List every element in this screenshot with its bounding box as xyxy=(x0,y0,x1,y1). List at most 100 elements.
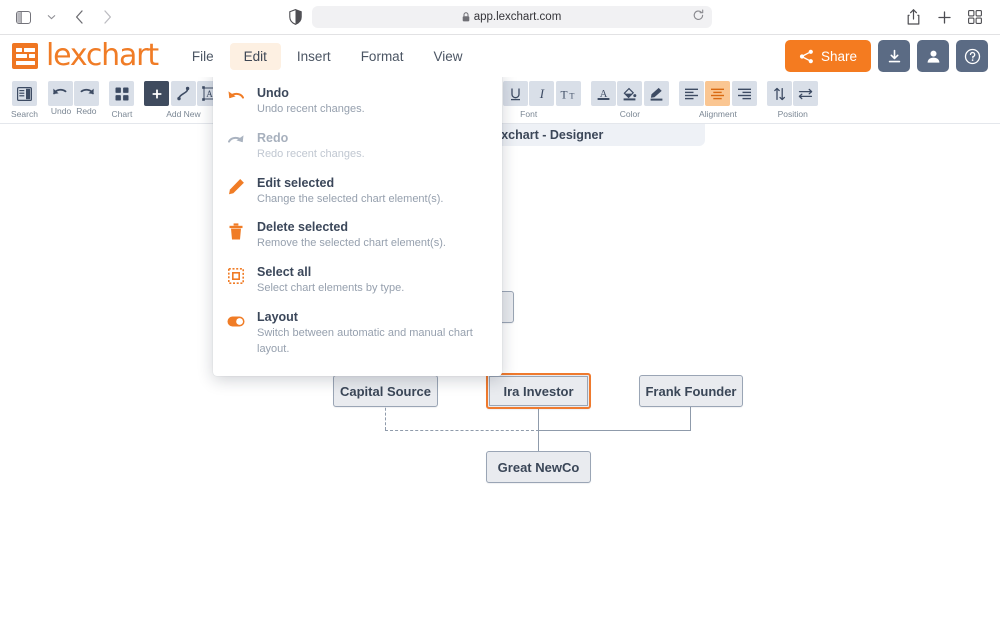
browser-toolbar: app.lexchart.com xyxy=(0,0,1000,35)
back-arrow-icon[interactable] xyxy=(66,5,92,29)
user-icon xyxy=(927,50,939,63)
toolbar-group-undo-redo: Undo Redo xyxy=(47,81,100,116)
tab-overview-icon[interactable] xyxy=(962,5,988,29)
chevron-down-icon[interactable] xyxy=(38,5,64,29)
menu-item-edit-selected[interactable]: Edit selected Change the selected chart … xyxy=(213,169,502,214)
fill-color-icon[interactable] xyxy=(617,81,643,106)
align-center-icon[interactable] xyxy=(705,81,731,106)
lexchart-logo-icon xyxy=(12,43,38,69)
address-bar[interactable]: app.lexchart.com xyxy=(311,6,712,28)
app-header: lexchart File Edit Insert Format View Sh… xyxy=(0,35,1000,77)
chart-node-capital-source[interactable]: Capital Source xyxy=(333,375,438,407)
toolbar-group-color: A Color xyxy=(590,81,669,119)
download-button[interactable] xyxy=(878,40,910,72)
toolbar-group-add-new: A Add New xyxy=(144,81,223,119)
menu-view[interactable]: View xyxy=(419,43,476,70)
menu-item-delete-selected-desc: Remove the selected chart element(s). xyxy=(257,237,446,250)
menu-file[interactable]: File xyxy=(178,43,228,70)
menu-item-undo-title: Undo xyxy=(257,86,289,100)
menu-item-layout-title: Layout xyxy=(257,310,298,325)
menu-item-redo: Redo Redo recent changes. xyxy=(213,124,502,169)
move-horizontal-icon[interactable] xyxy=(793,81,819,106)
share-button-label: Share xyxy=(820,48,857,64)
italic-icon[interactable]: I xyxy=(529,81,555,106)
chart-node-ira-investor[interactable]: Ira Investor xyxy=(486,373,591,409)
font-size-icon[interactable]: TT xyxy=(555,81,581,106)
connector-dashed-to-newco xyxy=(385,430,539,431)
toggle-on-icon xyxy=(227,312,245,330)
toolbar-label-redo: Redo xyxy=(76,106,97,116)
forward-arrow-icon[interactable] xyxy=(94,5,120,29)
download-icon xyxy=(888,49,900,62)
underline-icon[interactable] xyxy=(502,81,528,106)
reload-icon[interactable] xyxy=(693,9,704,25)
menu-item-select-all[interactable]: Select all Select chart elements by type… xyxy=(213,258,502,303)
plus-icon[interactable] xyxy=(931,5,957,29)
menu-edit[interactable]: Edit xyxy=(229,42,281,70)
connector-frank-down xyxy=(690,403,691,431)
menu-insert[interactable]: Insert xyxy=(283,43,345,70)
undo-icon[interactable] xyxy=(47,81,73,106)
chart-node-great-newco-label: Great NewCo xyxy=(497,459,580,475)
trash-icon xyxy=(227,222,245,240)
toolbar-label-color: Color xyxy=(619,109,641,119)
connector-dashed-capital-source xyxy=(385,403,386,430)
chart-node-capital-source-label: Capital Source xyxy=(339,383,432,399)
menu-item-layout[interactable]: Layout Switch between automatic and manu… xyxy=(213,303,502,364)
toolbar-label-alignment: Alignment xyxy=(699,109,737,119)
chart-node-frank-founder[interactable]: Frank Founder xyxy=(639,375,743,407)
chart-node-frank-founder-label: Frank Founder xyxy=(645,383,737,399)
redo-icon[interactable] xyxy=(74,81,100,106)
align-right-icon[interactable] xyxy=(731,81,757,106)
help-button[interactable] xyxy=(956,40,988,72)
share-icon[interactable] xyxy=(900,5,926,29)
move-vertical-icon[interactable] xyxy=(766,81,792,106)
account-button[interactable] xyxy=(917,40,949,72)
menu-bar: File Edit Insert Format View xyxy=(178,42,477,70)
add-box-icon[interactable] xyxy=(144,81,170,106)
toolbar-group-alignment: Alignment xyxy=(678,81,757,119)
menu-item-select-all-title: Select all xyxy=(257,265,312,280)
menu-item-undo-desc: Undo recent changes. xyxy=(257,102,365,115)
menu-item-layout-desc: Switch between automatic and manual char… xyxy=(257,326,473,355)
connector-frank-to-newco xyxy=(538,430,691,431)
toolbar-label-chart: Chart xyxy=(111,109,133,119)
header-actions: Share xyxy=(784,40,988,72)
text-color-icon[interactable]: A xyxy=(590,81,616,106)
align-left-icon[interactable] xyxy=(678,81,704,106)
toolbar-label-undo: Undo xyxy=(50,106,72,116)
toolbar-label-search: Search xyxy=(11,109,38,119)
privacy-shield-icon[interactable] xyxy=(288,9,302,25)
menu-item-edit-selected-desc: Change the selected chart element(s). xyxy=(257,192,444,205)
toolbar-label-position: Position xyxy=(777,109,808,119)
chart-node-ira-investor-label: Ira Investor xyxy=(503,383,574,399)
menu-item-delete-selected[interactable]: Delete selected Remove the selected char… xyxy=(213,213,502,258)
menu-item-undo[interactable]: Undo Undo recent changes. xyxy=(213,79,502,124)
menu-format[interactable]: Format xyxy=(347,43,418,70)
toolbar-group-chart: Chart xyxy=(109,81,135,119)
toolbar-label-add-new: Add New xyxy=(166,109,201,119)
pencil-icon xyxy=(227,178,245,196)
sidebar-toggle-icon[interactable] xyxy=(10,5,36,29)
menu-item-select-all-desc: Select chart elements by type. xyxy=(257,282,405,295)
chart-grid-icon[interactable] xyxy=(109,81,135,106)
svg-text:T: T xyxy=(570,92,575,101)
menu-item-redo-desc: Redo recent changes. xyxy=(257,147,365,160)
lock-icon xyxy=(462,12,470,22)
toolbar-group-position: Position xyxy=(766,81,819,119)
edit-menu-dropdown: Undo Undo recent changes. Redo Redo rece… xyxy=(213,69,502,376)
menu-item-edit-selected-title: Edit selected xyxy=(257,175,335,190)
chart-node-great-newco[interactable]: Great NewCo xyxy=(486,451,591,483)
svg-text:T: T xyxy=(561,90,568,101)
add-link-icon[interactable] xyxy=(170,81,196,106)
share-node-icon xyxy=(799,49,813,63)
line-color-icon[interactable] xyxy=(643,81,669,106)
undo-arrow-icon xyxy=(227,88,245,106)
redo-arrow-icon xyxy=(227,133,245,151)
app-logo[interactable]: lexchart xyxy=(12,41,159,71)
help-circle-icon xyxy=(964,48,980,64)
toolbar-label-font: Font xyxy=(520,109,538,119)
search-panel-icon[interactable] xyxy=(11,81,37,106)
share-button[interactable]: Share xyxy=(784,40,871,72)
chart-node-ira-investor-inner: Ira Investor xyxy=(489,376,588,406)
